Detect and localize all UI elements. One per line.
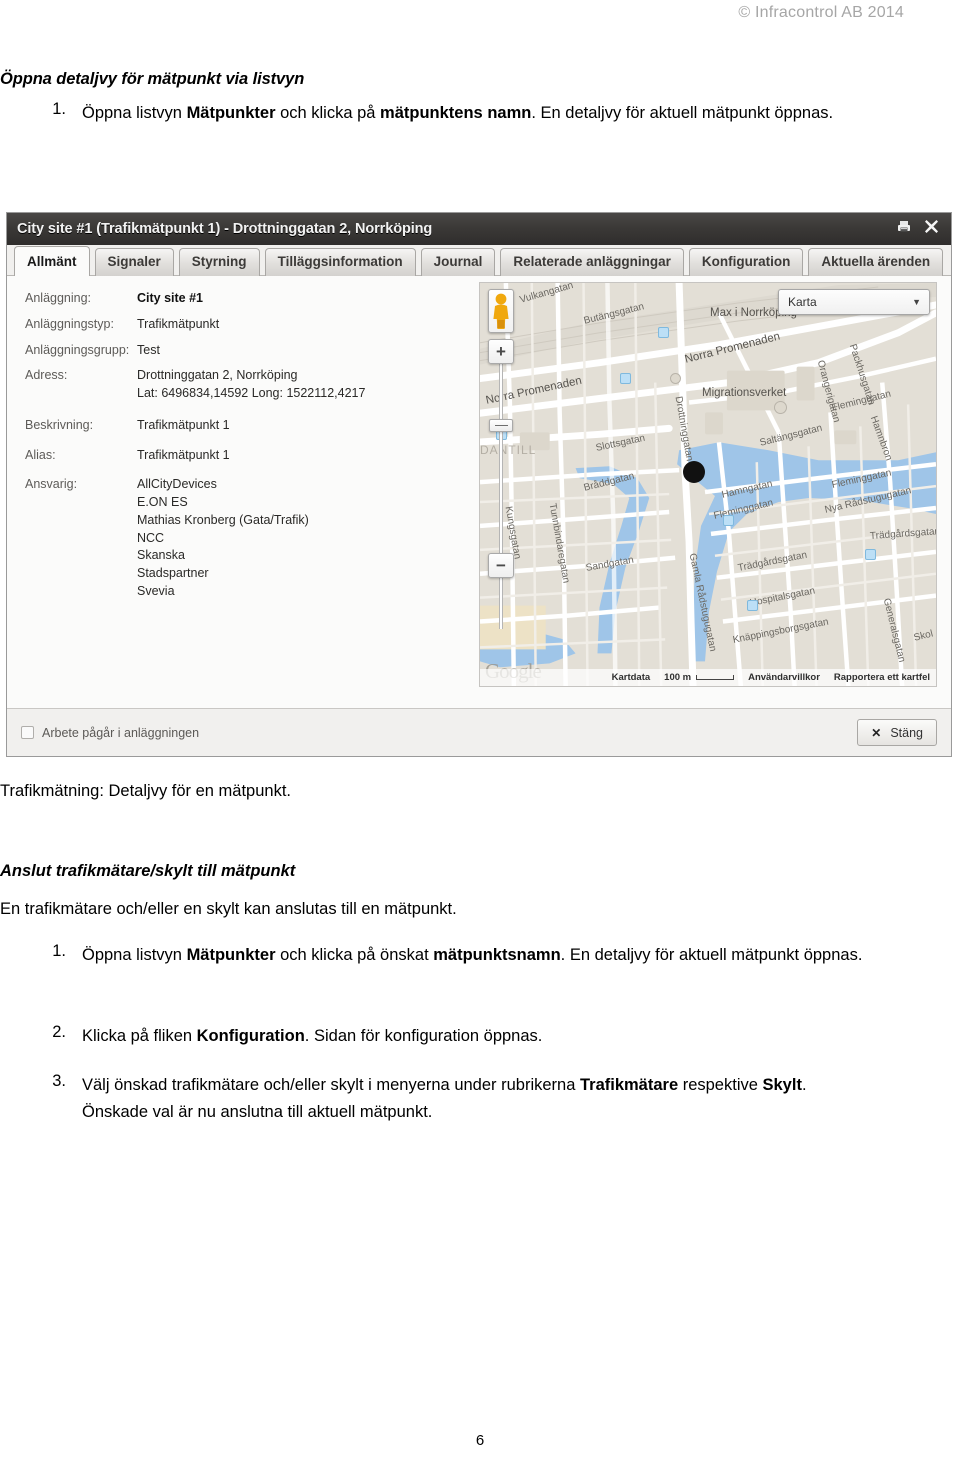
page-number: 6 (475, 1432, 485, 1449)
list-item: 3. Välj önskad trafikmätare och/eller sk… (44, 1072, 844, 1125)
window-footer: Arbete pågår i anläggningen ✕ Stäng (7, 708, 951, 756)
section-heading-1: Öppna detaljvy för mätpunkt via listvyn (0, 70, 305, 88)
list-number: 2. (52, 1023, 66, 1041)
report-error-link[interactable]: Rapportera ett kartfel (834, 672, 930, 683)
field-anlaggningsgrupp: Anläggningsgrupp: Test (25, 342, 477, 360)
tab-relaterade-anlaggningar[interactable]: Relaterade anläggningar (500, 248, 684, 276)
map-scale-line (696, 675, 735, 680)
map-type-value: Karta (788, 295, 817, 309)
map-attribution-bar: Kartdata 100 m Användarvillkor Rapporter… (480, 669, 936, 686)
chevron-down-icon: ▼ (912, 297, 921, 307)
field-label: Anläggningsgrupp: (25, 342, 130, 357)
map-tiles (480, 283, 936, 686)
field-alias: Alias: Trafikmätpunkt 1 (25, 447, 477, 465)
zoom-in-button[interactable]: + (488, 339, 514, 364)
field-anlaggning: Anläggning: City site #1 (25, 290, 477, 308)
tab-allmant[interactable]: Allmänt (14, 246, 90, 276)
field-value: City site #1 (137, 291, 204, 305)
map-scale: 100 m (664, 672, 735, 683)
transit-icon (620, 373, 631, 384)
field-adress: Adress: Drottninggatan 2, Norrköping Lat… (25, 367, 477, 403)
window-title: City site #1 (Trafikmätpunkt 1) - Drottn… (17, 221, 433, 237)
map-scale-label: 100 m (664, 672, 692, 683)
field-value: Trafikmätpunkt (137, 316, 220, 331)
field-value: Drottninggatan 2, Norrköping Lat: 649683… (137, 368, 366, 400)
map-location-marker[interactable] (683, 461, 705, 483)
checkbox-box[interactable] (21, 726, 34, 739)
zoom-out-button[interactable]: − (488, 553, 514, 578)
tab-konfiguration[interactable]: Konfiguration (688, 248, 804, 276)
copyright-notice: © Infracontrol AB 2014 (738, 4, 904, 21)
tab-styrning[interactable]: Styrning (178, 248, 260, 276)
tab-tillaggsinformation[interactable]: Tilläggsinformation (264, 248, 416, 276)
close-icon: ✕ (871, 725, 882, 740)
work-in-progress-checkbox[interactable]: Arbete pågår i anläggningen (21, 726, 199, 740)
field-value: Test (137, 342, 160, 357)
tab-aktuella-arenden[interactable]: Aktuella ärenden (808, 248, 944, 276)
list-text: Öppna listvyn Mätpunkter och klicka på ö… (82, 946, 863, 964)
close-button-label: Stäng (890, 725, 923, 740)
pegman-icon[interactable] (488, 289, 514, 333)
field-label: Anläggning: (25, 291, 92, 305)
field-ansvarig: Ansvarig: AllCityDevices E.ON ES Mathias… (25, 476, 477, 600)
list-text: Klicka på fliken Konfiguration. Sidan fö… (82, 1027, 543, 1045)
section-intro-2: En trafikmätare och/eller en skylt kan a… (0, 900, 457, 918)
zoom-slider-track[interactable] (499, 341, 503, 629)
field-label: Ansvarig: (25, 477, 78, 492)
field-label: Beskrivning: (25, 417, 94, 432)
list-item: 1. Öppna listvyn Mätpunkter och klicka p… (44, 100, 884, 127)
application-window-screenshot: City site #1 (Trafikmätpunkt 1) - Drottn… (6, 212, 952, 757)
tab-content-allmant: Anläggning: City site #1 Anläggningstyp:… (7, 276, 951, 708)
figure-caption: Trafikmätning: Detaljvy för en mätpunkt. (0, 782, 292, 800)
location-map[interactable]: Vulkangatan Butängsgatan Max i Norrköping N… (479, 282, 937, 687)
checkbox-label: Arbete pågår i anläggningen (42, 725, 200, 740)
detail-fields-pane: Anläggning: City site #1 Anläggningstyp:… (7, 276, 477, 708)
zoom-slider-handle[interactable] (489, 419, 513, 432)
list-number: 1. (52, 942, 66, 960)
roundabout-icon (670, 373, 681, 384)
tab-journal[interactable]: Journal (420, 248, 496, 276)
field-anlaggningstyp: Anläggningstyp: Trafikmätpunkt (25, 316, 477, 334)
field-value: Trafikmätpunkt 1 (137, 447, 230, 462)
list-text: Öppna listvyn Mätpunkter och klicka på m… (82, 104, 834, 122)
transit-icon (747, 600, 758, 611)
tab-signaler[interactable]: Signaler (94, 248, 174, 276)
section-heading-2: Anslut trafikmätare/skylt till mätpunkt (0, 862, 296, 880)
list-number: 1. (52, 100, 66, 118)
window-titlebar: City site #1 (Trafikmätpunkt 1) - Drottn… (7, 213, 951, 245)
map-data-link[interactable]: Kartdata (612, 672, 651, 683)
terms-link[interactable]: Användarvillkor (748, 672, 820, 683)
transit-icon (865, 549, 876, 560)
field-beskrivning: Beskrivning: Trafikmätpunkt 1 (25, 417, 477, 435)
transit-icon (658, 327, 669, 338)
field-value: Trafikmätpunkt 1 (137, 417, 230, 432)
tab-bar[interactable]: Allmänt Signaler Styrning Tilläggsinform… (7, 245, 951, 276)
map-type-dropdown[interactable]: Karta ▼ (778, 289, 930, 315)
printer-icon[interactable] (897, 220, 911, 239)
field-label: Adress: (25, 368, 68, 383)
list-text: Välj önskad trafikmätare och/eller skylt… (82, 1076, 807, 1121)
list-number: 3. (52, 1072, 66, 1090)
field-value: AllCityDevices E.ON ES Mathias Kronberg … (137, 477, 309, 598)
place-icon (774, 401, 787, 414)
close-icon[interactable] (924, 219, 939, 239)
list-item: 2. Klicka på fliken Konfiguration. Sidan… (44, 1023, 864, 1050)
field-label: Alias: (25, 447, 56, 462)
close-window-button[interactable]: ✕ Stäng (857, 719, 937, 746)
field-label: Anläggningstyp: (25, 316, 114, 331)
transit-icon (723, 515, 734, 526)
list-item: 1. Öppna listvyn Mätpunkter och klicka p… (44, 942, 864, 969)
